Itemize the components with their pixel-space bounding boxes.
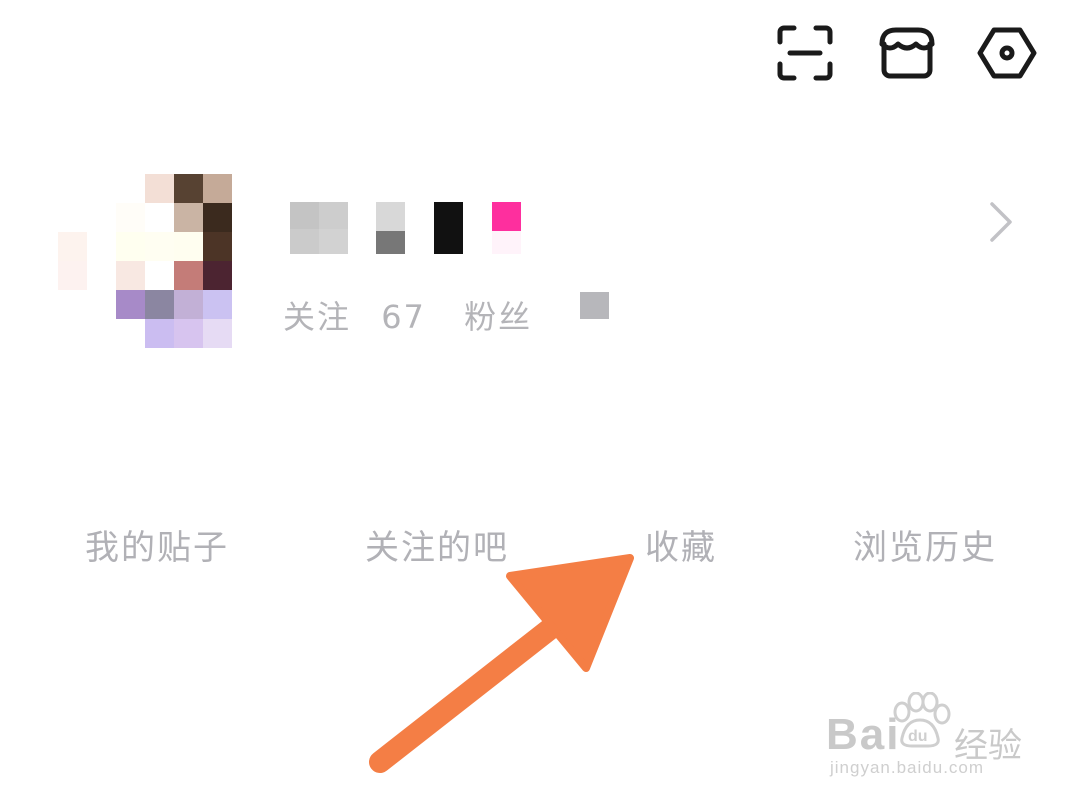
baidu-jingyan-watermark: Bai du 经验 jingyan.baidu.com bbox=[826, 690, 1041, 790]
settings-icon[interactable] bbox=[976, 22, 1038, 84]
store-icon[interactable] bbox=[876, 22, 938, 84]
avatar[interactable] bbox=[58, 172, 262, 348]
username-blurred bbox=[288, 200, 528, 258]
annotation-arrow bbox=[360, 548, 650, 780]
following-count[interactable]: 67 bbox=[381, 298, 426, 336]
profile-stats: 关注 67 粉丝 bbox=[283, 292, 532, 336]
following-label[interactable]: 关注 bbox=[283, 292, 351, 338]
fans-count-blurred bbox=[580, 292, 609, 319]
paw-icon: du bbox=[893, 692, 951, 748]
tab-my-posts[interactable]: 我的贴子 bbox=[85, 520, 229, 569]
scan-icon[interactable] bbox=[774, 22, 836, 84]
tab-browse-history[interactable]: 浏览历史 bbox=[853, 520, 997, 569]
watermark-url: jingyan.baidu.com bbox=[830, 758, 985, 777]
fans-label[interactable]: 粉丝 bbox=[464, 292, 532, 338]
tab-favorites[interactable]: 收藏 bbox=[645, 520, 717, 569]
svg-text:du: du bbox=[908, 728, 928, 745]
chevron-right-icon[interactable] bbox=[986, 200, 1016, 244]
